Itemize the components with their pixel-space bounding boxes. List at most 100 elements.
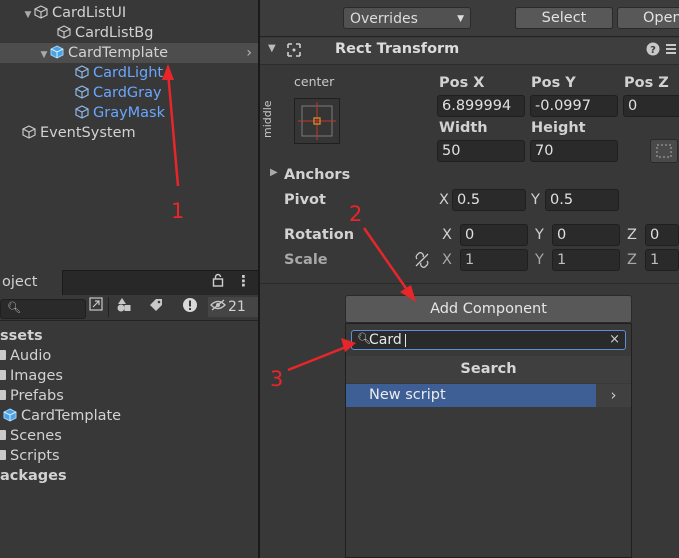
svg-text:?: ? <box>650 45 656 56</box>
clear-icon[interactable]: × <box>609 331 620 349</box>
scale-z-label: Z <box>627 252 637 268</box>
chevron-right-icon[interactable]: › <box>596 384 631 407</box>
prefab-icon <box>50 45 64 59</box>
annotation-3: 3 <box>270 367 284 391</box>
hierarchy-item-label: GrayMask <box>93 105 166 121</box>
tab-project[interactable]: oject <box>0 270 63 295</box>
folder-icon <box>0 350 6 360</box>
rotation-x-label: X <box>442 227 452 243</box>
hierarchy-item-cardlight[interactable]: CardLight <box>75 63 163 83</box>
tree-label: Scripts <box>10 448 60 464</box>
add-component-button[interactable]: Add Component <box>345 295 632 323</box>
tab-label: oject <box>2 274 38 290</box>
pivot-x-field[interactable]: 0.5 <box>452 189 526 211</box>
expand-arrow-icon[interactable]: ▼ <box>38 45 50 65</box>
hierarchy-item-graymask[interactable]: GrayMask <box>75 103 165 123</box>
filter-type-icon[interactable] <box>114 297 134 317</box>
pivot-y-field[interactable]: 0.5 <box>545 189 619 211</box>
hierarchy-item-cardlistbg[interactable]: CardListBg <box>57 23 153 43</box>
project-tree-scenes[interactable]: Scenes <box>0 426 62 446</box>
hierarchy-item-label: CardTemplate <box>68 45 169 61</box>
rotation-label: Rotation <box>284 227 355 243</box>
scale-x-field[interactable]: 1 <box>460 249 528 271</box>
anchors-label[interactable]: Anchors <box>284 167 350 183</box>
project-tree-prefabs[interactable]: Prefabs <box>0 386 64 406</box>
open-button[interactable]: Open <box>617 7 679 29</box>
pos-x-field[interactable]: 6.899994 <box>437 95 525 117</box>
label-tag-icon[interactable] <box>146 297 166 317</box>
new-script-item[interactable]: New script <box>346 384 596 407</box>
expand-arrow-icon[interactable]: ▼ <box>22 5 34 25</box>
width-field[interactable]: 50 <box>437 140 525 162</box>
overrides-dropdown[interactable]: Overrides ▼ <box>343 7 471 29</box>
presets-icon[interactable] <box>665 42 677 60</box>
pos-z-label: Pos Z <box>624 75 669 91</box>
eye-slash-icon <box>208 297 228 317</box>
chevron-right-icon[interactable]: › <box>246 43 252 63</box>
panel-divider[interactable] <box>258 0 260 558</box>
dropdown-arrow-icon: ▼ <box>457 14 464 24</box>
text-cursor <box>405 334 406 347</box>
blueprint-mode-button[interactable] <box>650 139 678 163</box>
create-icon[interactable] <box>86 297 106 317</box>
rotation-y-label: Y <box>535 227 544 243</box>
rect-transform-header[interactable]: ▼ Rect Transform ? <box>260 38 679 65</box>
folder-icon <box>0 430 6 440</box>
gameobject-icon <box>75 105 89 119</box>
project-tree-images[interactable]: Images <box>0 366 63 386</box>
tree-label: Prefabs <box>10 388 64 404</box>
constrain-proportions-icon[interactable] <box>414 252 430 272</box>
component-search-input[interactable]: 🔍︎ Card × <box>351 330 626 350</box>
button-label: Add Component <box>430 301 547 317</box>
height-field[interactable]: 70 <box>530 140 618 162</box>
annotation-2: 2 <box>349 202 363 226</box>
project-tree-assets[interactable]: ssets <box>0 326 43 346</box>
project-tree-scripts[interactable]: Scripts <box>0 446 60 466</box>
width-label: Width <box>439 120 488 136</box>
hierarchy-item-cardlistui[interactable]: ▼ CardListUI <box>22 3 127 25</box>
pivot-y-label: Y <box>531 192 540 208</box>
warning-icon[interactable] <box>180 297 200 317</box>
tree-label: Scenes <box>10 428 62 444</box>
search-icon: 🔍︎ <box>7 301 21 314</box>
project-tree-packages[interactable]: ackages <box>0 466 67 486</box>
hierarchy-item-label: CardListBg <box>75 25 154 41</box>
tree-label: Audio <box>10 348 52 364</box>
gameobject-icon <box>75 85 89 99</box>
hierarchy-item-cardgray[interactable]: CardGray <box>75 83 162 103</box>
project-tree-cardtemplate[interactable]: CardTemplate <box>3 406 121 426</box>
more-options-icon[interactable]: ⋮ <box>236 272 251 290</box>
select-button[interactable]: Select <box>515 7 613 29</box>
project-search-input[interactable]: 🔍︎ <box>0 299 86 319</box>
rotation-x-field[interactable]: 0 <box>460 224 528 246</box>
hidden-count: 21 <box>228 299 246 315</box>
annotation-1: 1 <box>171 199 185 223</box>
rotation-y-field[interactable]: 0 <box>552 224 620 246</box>
hierarchy-item-label: CardGray <box>93 85 162 101</box>
anchor-preset-button[interactable] <box>294 98 340 144</box>
expand-arrow-icon[interactable]: ▶ <box>270 167 278 178</box>
hierarchy-item-eventsystem[interactable]: EventSystem <box>22 123 136 143</box>
project-tree: ssets Audio Images Prefabs CardTemplate … <box>0 322 258 558</box>
folder-icon <box>0 370 6 380</box>
pos-z-field[interactable]: 0 <box>623 95 679 117</box>
scale-z-field[interactable]: 1 <box>645 249 679 271</box>
lock-icon[interactable] <box>212 273 224 291</box>
gameobject-icon <box>57 25 71 39</box>
rotation-z-field[interactable]: 0 <box>645 224 679 246</box>
hierarchy-item-cardtemplate[interactable]: ▼ CardTemplate › <box>0 43 258 63</box>
scale-label: Scale <box>284 252 328 268</box>
help-icon[interactable]: ? <box>646 42 660 60</box>
popup-header: Search <box>346 356 631 383</box>
tree-label: CardTemplate <box>21 408 122 424</box>
scale-y-field[interactable]: 1 <box>552 249 620 271</box>
rect-transform-icon <box>286 42 302 62</box>
pos-y-field[interactable]: -0.0997 <box>530 95 618 117</box>
pos-x-label: Pos X <box>439 75 485 91</box>
tree-label: Images <box>10 368 63 384</box>
hierarchy-item-label: CardLight <box>93 65 164 81</box>
collapse-arrow-icon[interactable]: ▼ <box>268 43 276 54</box>
height-label: Height <box>531 120 586 136</box>
project-tree-audio[interactable]: Audio <box>0 346 51 366</box>
hidden-packages-toggle[interactable]: 21 <box>208 297 258 317</box>
